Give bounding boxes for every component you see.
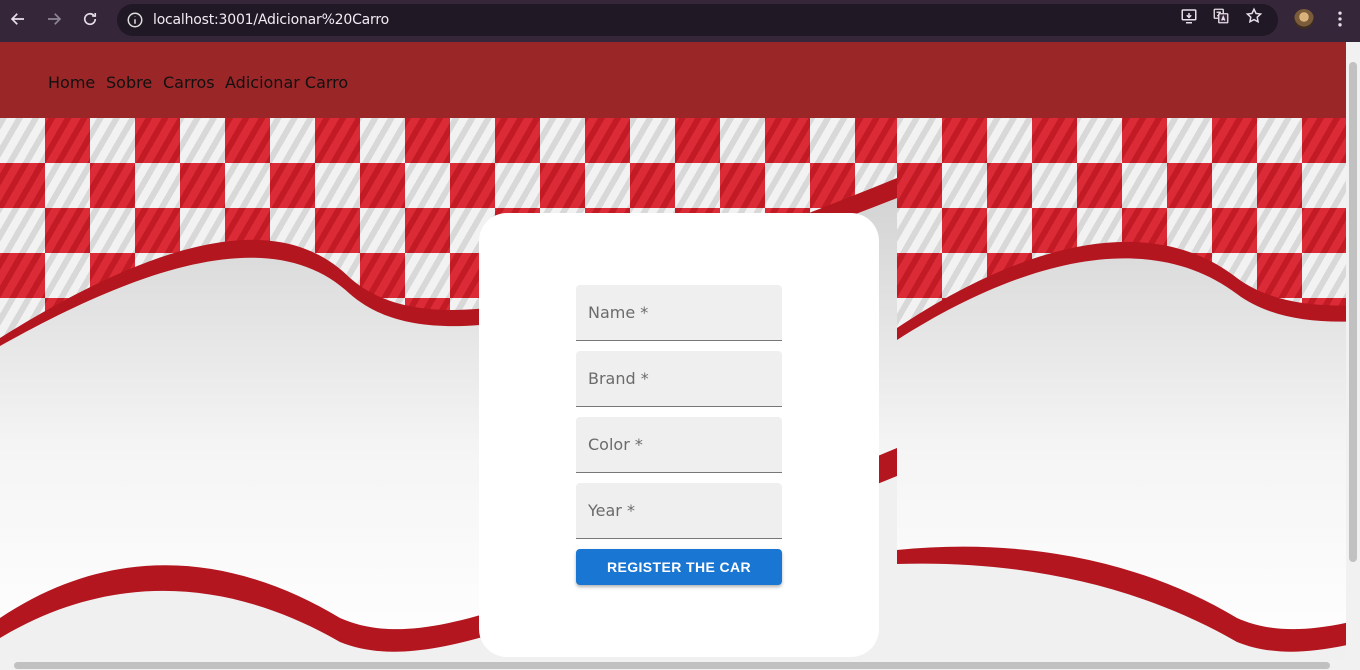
register-car-card: REGISTER THE CAR (479, 213, 879, 657)
bookmark-star-icon[interactable] (1245, 7, 1263, 25)
forward-arrow-icon[interactable] (42, 7, 66, 31)
brand-input[interactable] (576, 351, 782, 406)
year-input[interactable] (576, 483, 782, 538)
nav-link-carros[interactable]: Carros (163, 73, 215, 92)
year-field[interactable] (576, 483, 782, 539)
profile-avatar[interactable] (1294, 9, 1314, 29)
browser-menu-icon[interactable] (1330, 9, 1350, 29)
color-input[interactable] (576, 417, 782, 472)
address-url[interactable]: localhost:3001/Adicionar%20Carro (153, 12, 389, 28)
register-car-button[interactable]: REGISTER THE CAR (576, 549, 782, 585)
browser-toolbar: localhost:3001/Adicionar%20Carro (0, 0, 1360, 42)
nav-link-adicionar-carro[interactable]: Adicionar Carro (225, 73, 348, 92)
horizontal-scrollbar[interactable] (0, 660, 1360, 670)
name-input[interactable] (576, 285, 782, 340)
address-bar[interactable]: localhost:3001/Adicionar%20Carro (117, 4, 1278, 36)
reload-icon[interactable] (78, 7, 102, 31)
vertical-scrollbar[interactable] (1346, 42, 1360, 660)
nav-link-home[interactable]: Home (48, 73, 95, 92)
install-app-icon[interactable] (1180, 7, 1198, 25)
name-field[interactable] (576, 285, 782, 341)
nav-link-sobre[interactable]: Sobre (106, 73, 152, 92)
back-arrow-icon[interactable] (6, 7, 30, 31)
color-field[interactable] (576, 417, 782, 473)
page-viewport: Home Sobre Carros Adicionar Carro Name *… (0, 42, 1346, 660)
site-info-icon[interactable] (126, 11, 144, 29)
translate-icon[interactable] (1212, 7, 1230, 25)
brand-field[interactable] (576, 351, 782, 407)
site-navbar: Home Sobre Carros Adicionar Carro (0, 42, 1346, 118)
background-tile (897, 118, 1346, 660)
